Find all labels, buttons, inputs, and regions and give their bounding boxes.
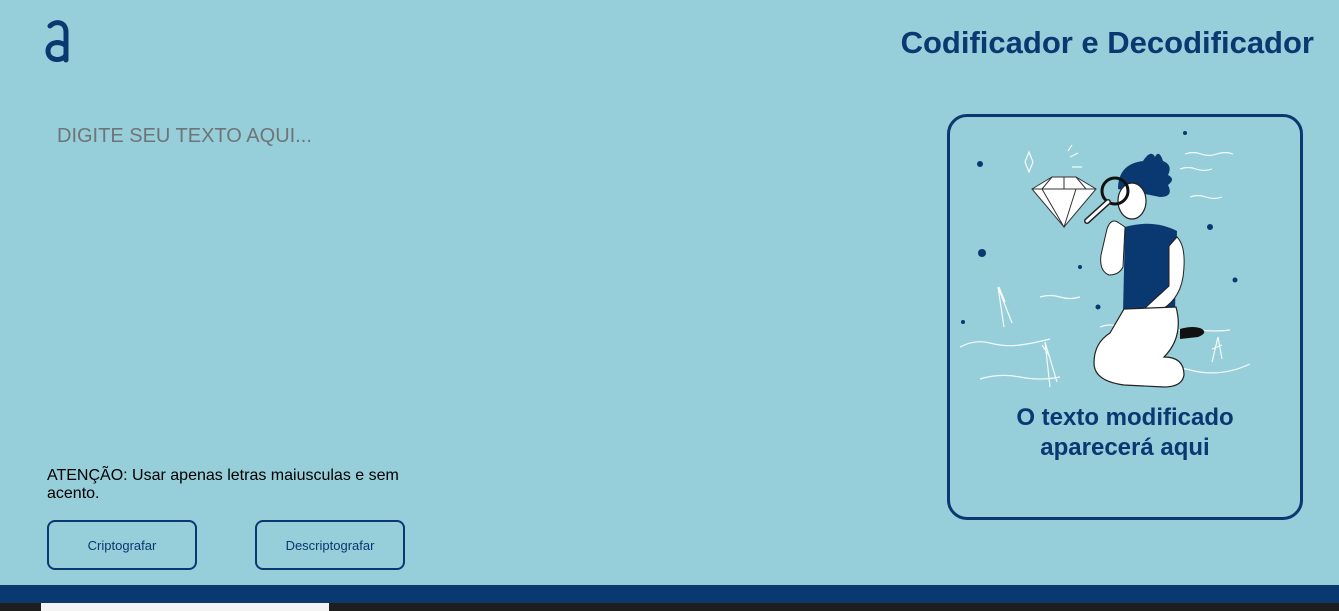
output-placeholder-message: O texto modificado aparecerá aqui [1016,404,1234,461]
encrypt-button[interactable]: Criptografar [47,520,197,570]
text-input[interactable] [45,115,905,435]
warning-text: ATENÇÃO: Usar apenas letras maiusculas e… [47,467,399,502]
taskbar-search-box[interactable] [41,603,329,611]
decrypt-button[interactable]: Descriptografar [255,520,405,570]
alura-logo-icon [45,20,69,63]
os-taskbar [0,603,1339,611]
output-panel: O texto modificado aparecerá aqui [947,114,1303,520]
footer-bar [0,585,1339,603]
person-with-magnifying-glass-and-diamond-illustration [959,131,1251,388]
page-title: Codificador e Decodificador [900,25,1314,60]
